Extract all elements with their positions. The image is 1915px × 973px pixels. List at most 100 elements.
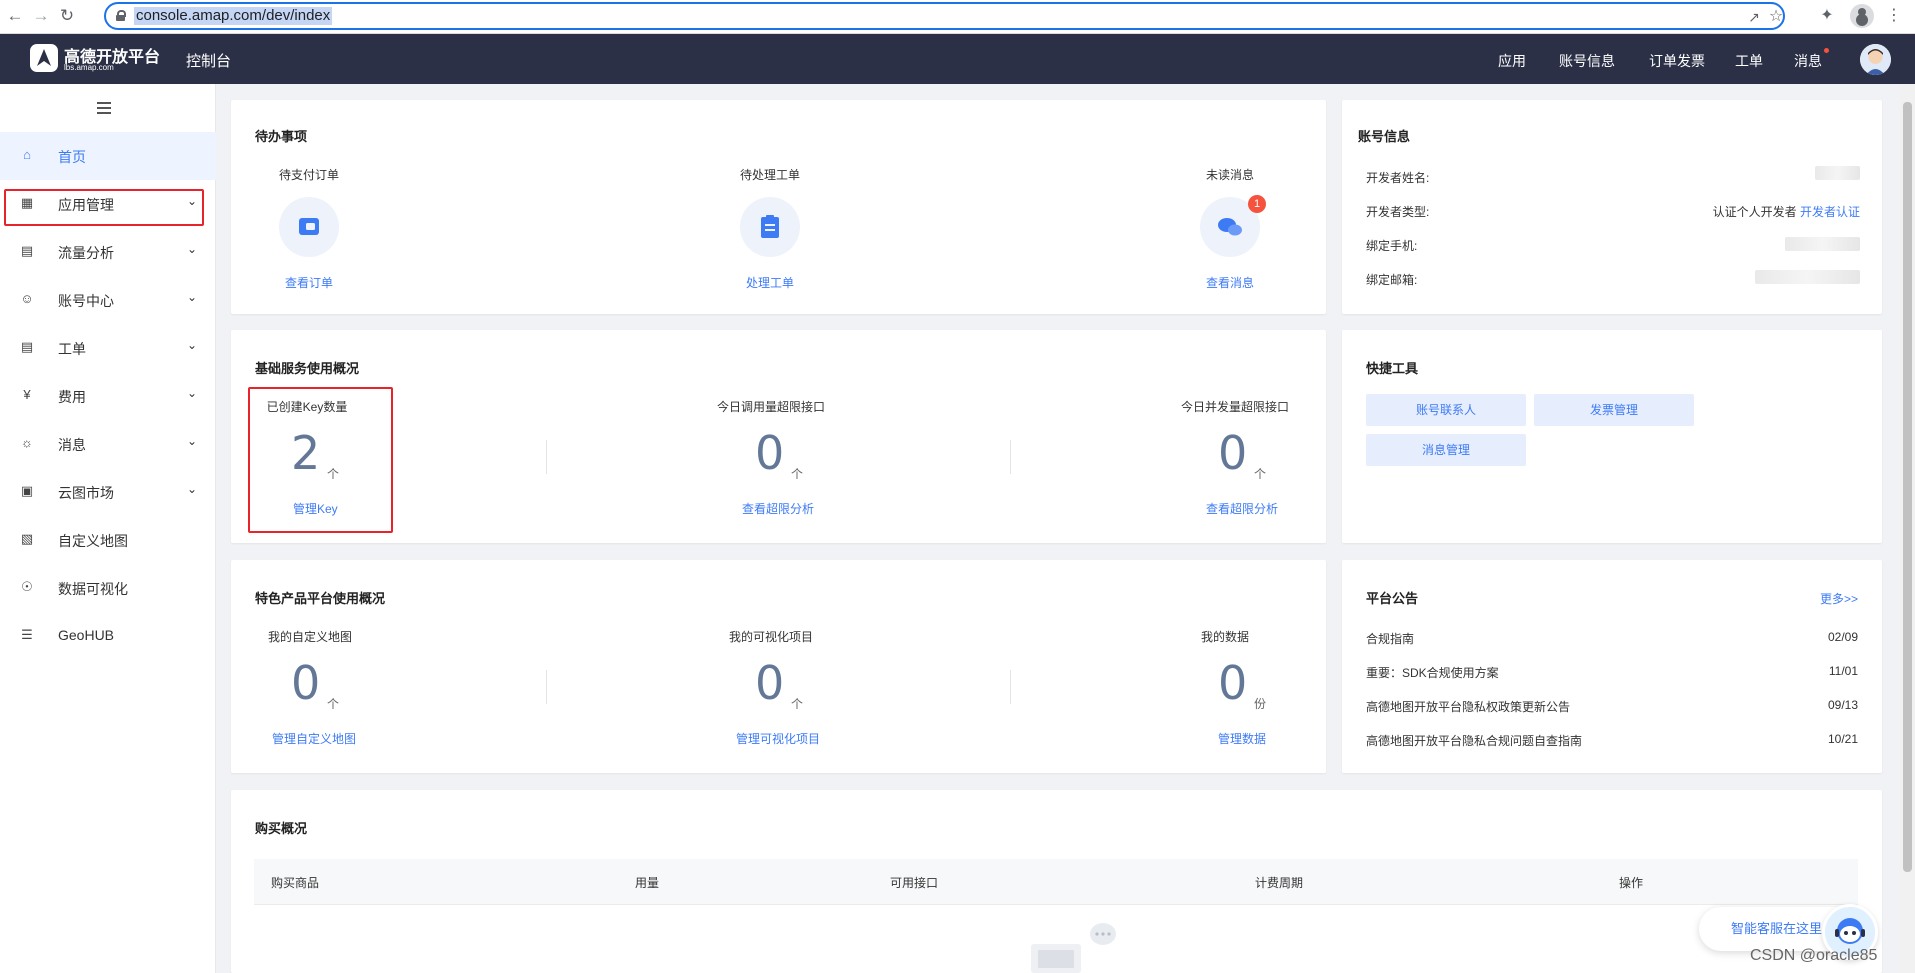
browser-toolbar: ← → ↻ console.amap.com/dev/index ↗ ☆ ✦ ⋮ — [0, 0, 1915, 34]
handle-ticket-link[interactable]: 处理工单 — [728, 274, 812, 291]
map-icon: ▧ — [20, 531, 34, 546]
clipboard-icon[interactable] — [740, 197, 800, 257]
notice-text: 高德地图开放平台隐私权政策更新公告 — [1366, 700, 1571, 714]
custom-map-unit: 个 — [327, 697, 340, 711]
sidebar-item-fees[interactable]: ¥ 费用 ⌄ — [0, 372, 216, 420]
page-scrollbar[interactable] — [1900, 84, 1915, 973]
quick-tools-title: 快捷工具 — [1366, 361, 1419, 376]
my-data-unit: 份 — [1254, 697, 1267, 711]
forward-icon[interactable]: → — [30, 5, 52, 27]
notice-item[interactable]: 高德地图开放平台隐私权政策更新公告 09/13 — [1366, 698, 1858, 715]
manage-data-link[interactable]: 管理数据 — [1218, 730, 1266, 747]
topnav-tickets[interactable]: 工单 — [1735, 51, 1763, 71]
divider — [1010, 670, 1011, 704]
address-bar[interactable]: console.amap.com/dev/index ↗ ☆ — [104, 2, 1785, 30]
url-text[interactable]: console.amap.com/dev/index — [134, 7, 333, 25]
developer-certification-link[interactable]: 开发者认证 — [1800, 205, 1860, 219]
visual-projects-value: 0 — [755, 656, 785, 710]
view-messages-link[interactable]: 查看消息 — [1194, 274, 1266, 291]
sidebar-item-tickets[interactable]: ▤ 工单 ⌄ — [0, 324, 216, 372]
account-contact-button[interactable]: 账号联系人 — [1366, 394, 1526, 426]
notice-item[interactable]: 重要：SDK合规使用方案 11/01 — [1366, 664, 1858, 681]
topnav-apps[interactable]: 应用 — [1498, 51, 1526, 71]
wallet-icon[interactable] — [279, 197, 339, 257]
store-icon: ▣ — [20, 483, 34, 498]
notice-more-link[interactable]: 更多>> — [1820, 590, 1858, 607]
chevron-down-icon: ⌄ — [187, 290, 198, 304]
highlight-box-app-management — [4, 189, 204, 226]
topnav-account[interactable]: 账号信息 — [1559, 51, 1615, 71]
stat-concurrency-limit: 今日并发量超限接口 — [1165, 398, 1305, 415]
sidebar-item-cloud-market[interactable]: ▣ 云图市场 ⌄ — [0, 468, 216, 516]
invoice-management-button[interactable]: 发票管理 — [1534, 394, 1694, 426]
stat-label: 今日调用量超限接口 — [716, 400, 825, 414]
chevron-down-icon: ⌄ — [187, 338, 198, 352]
basic-services-card: 基础服务使用概况 已创建Key数量 2 个 管理Key 今日调用量超限接口 0 … — [231, 330, 1326, 543]
sidebar-item-label: 数据可视化 — [58, 581, 128, 597]
notice-item[interactable]: 合规指南 02/09 — [1366, 630, 1858, 647]
manage-custom-map-link[interactable]: 管理自定义地图 — [272, 730, 356, 747]
purchase-title: 购买概况 — [255, 821, 308, 836]
view-orders-link[interactable]: 查看订单 — [267, 274, 351, 291]
column-product: 购买商品 — [271, 876, 320, 890]
sidebar-item-label: 账号中心 — [58, 293, 114, 309]
sidebar-item-data-visualization[interactable]: ☉ 数据可视化 — [0, 564, 216, 612]
column-actions: 操作 — [1619, 876, 1644, 890]
more-menu-icon[interactable]: ⋮ — [1884, 6, 1904, 26]
custom-map-value: 0 — [291, 656, 321, 710]
console-title[interactable]: 控制台 — [186, 50, 231, 71]
featured-products-card: 特色产品平台使用概况 我的自定义地图 0 个 管理自定义地图 我的可视化项目 0… — [231, 560, 1326, 773]
notice-title: 平台公告 — [1366, 591, 1419, 606]
logo-subtext: lbs.amap.com — [64, 63, 114, 72]
call-limit-analysis-link[interactable]: 查看超限分析 — [742, 500, 814, 517]
basic-services-title: 基础服务使用概况 — [255, 361, 360, 376]
column-billing-cycle: 计费周期 — [1255, 876, 1304, 890]
call-limit-unit: 个 — [791, 467, 804, 481]
developer-name-label: 开发者姓名: — [1366, 171, 1430, 185]
user-avatar[interactable] — [1860, 44, 1891, 75]
reload-icon[interactable]: ↻ — [56, 5, 78, 27]
stat-label: 我的数据 — [1200, 630, 1249, 644]
home-icon: ⌂ — [23, 147, 31, 162]
menu-toggle-icon[interactable] — [97, 102, 111, 114]
yuan-icon: ¥ — [23, 387, 31, 402]
featured-products-title: 特色产品平台使用概况 — [255, 591, 386, 606]
star-icon[interactable]: ☆ — [1766, 7, 1786, 27]
notice-item[interactable]: 高德地图开放平台隐私合规问题自查指南 10/21 — [1366, 732, 1858, 749]
chevron-down-icon: ⌄ — [187, 242, 198, 256]
ticket-icon: ▤ — [20, 339, 34, 354]
manage-visual-projects-link[interactable]: 管理可视化项目 — [736, 730, 820, 747]
stat-my-data: 我的数据 — [1195, 628, 1255, 645]
sidebar-item-messages[interactable]: ☼ 消息 ⌄ — [0, 420, 216, 468]
sidebar-item-label: 首页 — [58, 149, 86, 165]
sidebar-item-label: 费用 — [58, 389, 86, 405]
developer-type-text: 认证个人开发者 — [1712, 205, 1797, 219]
concurrency-limit-value: 0 — [1218, 426, 1248, 480]
browser-profile-icon[interactable] — [1850, 4, 1874, 28]
amap-logo-icon[interactable] — [28, 42, 60, 74]
sidebar-item-home[interactable]: ⌂ 首页 — [0, 132, 216, 180]
extensions-icon[interactable]: ✦ — [1817, 6, 1837, 26]
empty-state-icon — [1031, 923, 1116, 973]
notice-card: 平台公告 更多>> 合规指南 02/09 重要：SDK合规使用方案 11/01 … — [1342, 560, 1882, 773]
sidebar-item-custom-map[interactable]: ▧ 自定义地图 — [0, 516, 216, 564]
sidebar-item-label: 自定义地图 — [58, 533, 128, 549]
topnav-orders[interactable]: 订单发票 — [1649, 51, 1705, 71]
message-management-button[interactable]: 消息管理 — [1366, 434, 1526, 466]
sidebar-item-traffic-analysis[interactable]: ▤ 流量分析 ⌄ — [0, 228, 216, 276]
notice-text: 高德地图开放平台隐私合规问题自查指南 — [1366, 734, 1583, 748]
sidebar-item-account-center[interactable]: ☺ 账号中心 ⌄ — [0, 276, 216, 324]
sidebar-item-geohub[interactable]: ☰ GeoHUB — [0, 612, 216, 660]
todo-card: 待办事项 待支付订单 查看订单 待处理工单 处理工单 未读消息 1 查看消息 — [231, 100, 1326, 314]
stat-call-limit: 今日调用量超限接口 — [701, 398, 841, 415]
stat-label: 今日并发量超限接口 — [1180, 400, 1289, 414]
share-icon[interactable]: ↗ — [1744, 7, 1764, 27]
topnav-messages[interactable]: 消息 — [1794, 51, 1822, 71]
concurrency-limit-analysis-link[interactable]: 查看超限分析 — [1206, 500, 1278, 517]
notice-date: 02/09 — [1827, 630, 1858, 644]
scrollbar-thumb[interactable] — [1903, 102, 1912, 872]
back-icon[interactable]: ← — [4, 5, 26, 27]
notice-text: 合规指南 — [1366, 632, 1415, 646]
chat-icon[interactable]: 1 — [1200, 195, 1266, 257]
divider — [546, 440, 547, 474]
